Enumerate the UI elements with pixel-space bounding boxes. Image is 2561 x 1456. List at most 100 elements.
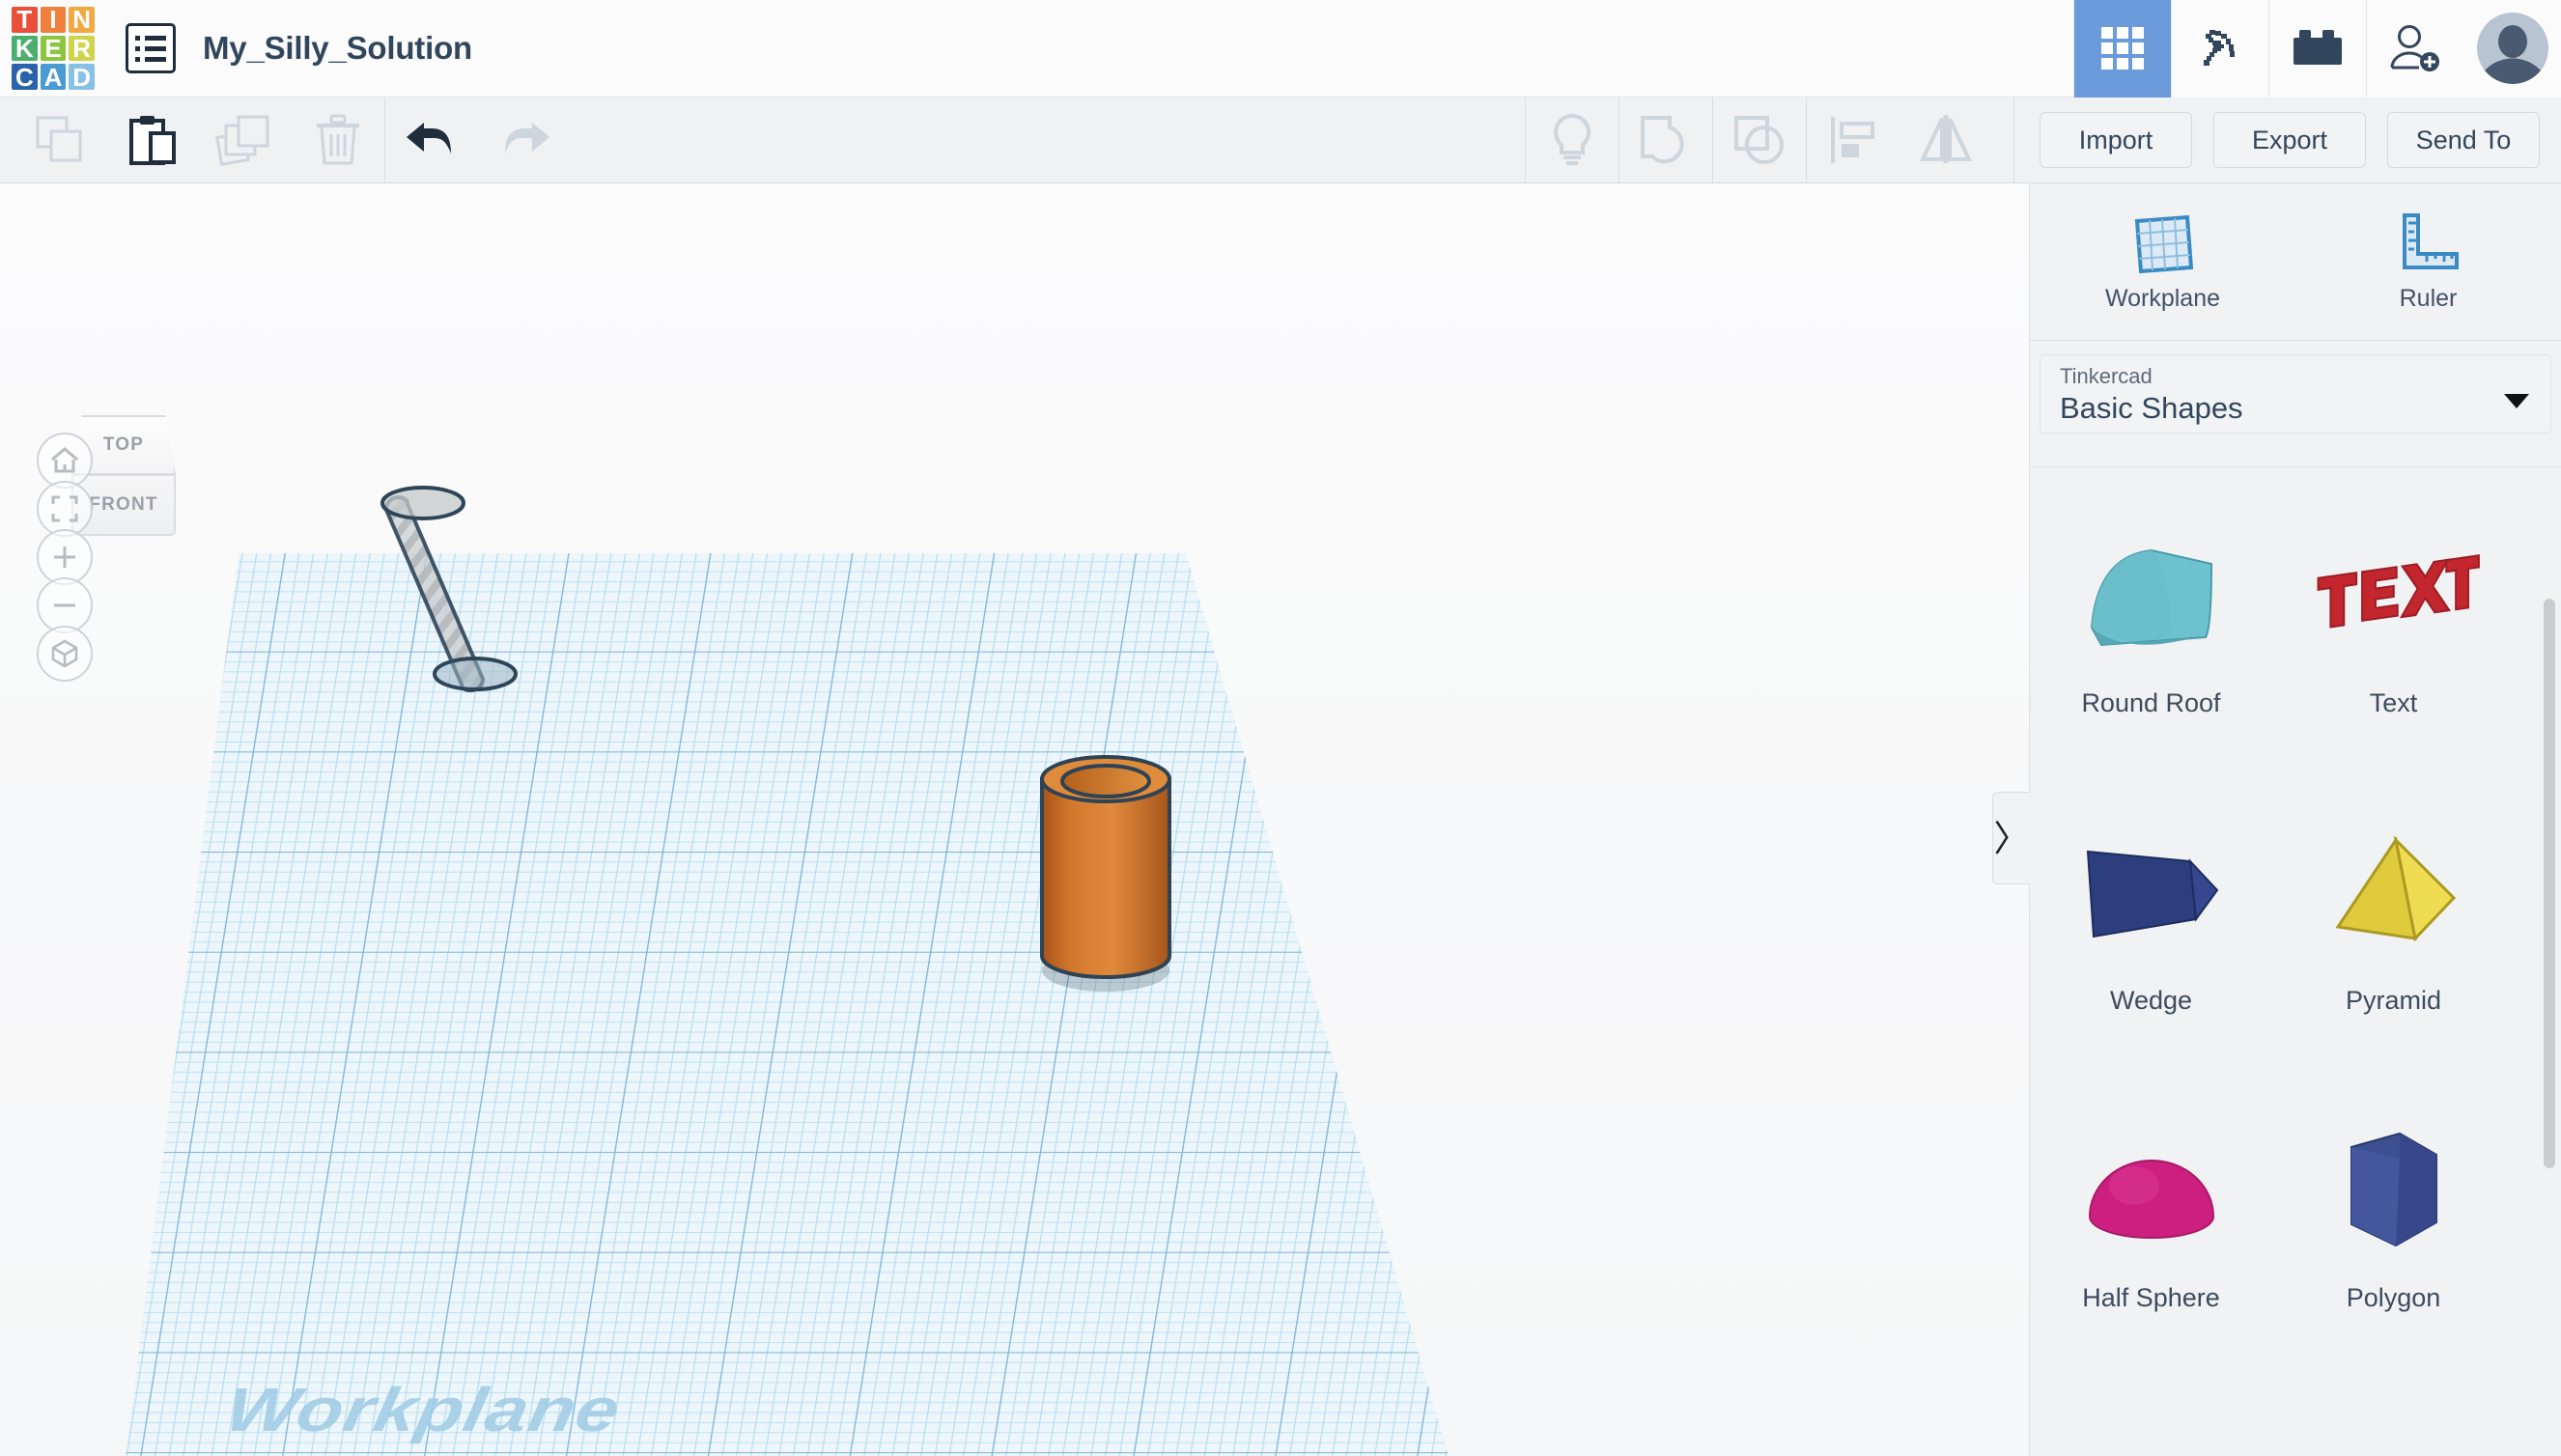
mirror-icon (1919, 115, 1973, 163)
projection-toggle-button[interactable] (37, 626, 93, 682)
top-bar-right (2073, 0, 2561, 98)
duplicate-icon (215, 115, 269, 166)
undo-button[interactable] (385, 98, 478, 183)
shape-wedge[interactable]: Wedge (2030, 765, 2272, 1062)
redo-button[interactable] (478, 98, 571, 183)
library-kind-label: Tinkercad (2060, 364, 2153, 388)
plus-icon (54, 546, 75, 568)
logo-tile: I (40, 7, 67, 33)
lightbulb-icon (1553, 113, 1591, 165)
export-button[interactable]: Export (2213, 112, 2366, 168)
shape-polygon[interactable]: Polygon (2272, 1062, 2515, 1359)
blocks-grid-icon (2101, 27, 2144, 70)
shape-label: Text (2369, 688, 2418, 717)
ruler-icon (2402, 212, 2459, 269)
user-avatar[interactable] (2463, 0, 2561, 98)
logo-tile: R (69, 35, 95, 62)
ruler-tool-label: Ruler (2399, 284, 2458, 312)
list-icon[interactable] (126, 23, 176, 73)
paste-button[interactable] (106, 98, 199, 183)
half-sphere-shape (2060, 1099, 2243, 1277)
wedge-shape (2060, 801, 2243, 980)
avatar (2476, 13, 2548, 84)
cone-shape (2060, 1371, 2243, 1456)
shape-label: Half Sphere (2082, 1283, 2220, 1312)
shape-row-partial (2030, 1359, 2561, 1456)
blocks-mode-button[interactable] (2073, 0, 2171, 98)
view-cube-front-label: FRONT (89, 494, 158, 515)
blue-shape (2302, 1371, 2486, 1456)
library-name-label: Basic Shapes (2060, 391, 2243, 425)
edit-toolbar: Import Export Send To (0, 97, 2561, 183)
workplane-tool[interactable]: Workplane (2030, 183, 2295, 340)
shape-text[interactable]: Text (2272, 467, 2515, 765)
shape-label: Polygon (2346, 1283, 2441, 1312)
top-bar: T I N K E R C A D My_Silly_Solution (0, 0, 2561, 98)
align-button[interactable] (1807, 98, 1900, 183)
ungroup-button[interactable] (1713, 98, 1806, 183)
minus-icon (54, 603, 75, 607)
fit-frame-icon (51, 495, 78, 522)
workplane-icon (2134, 214, 2193, 273)
send-to-button[interactable]: Send To (2387, 112, 2540, 168)
pyramid-shape (2302, 801, 2486, 980)
workplane-tool-label: Workplane (2104, 284, 2221, 312)
trash-icon (317, 114, 359, 165)
logo-tile: T (12, 7, 38, 33)
polygon-shape (2302, 1099, 2486, 1277)
lego-brick-icon (2294, 30, 2342, 65)
workplane-grid[interactable] (0, 183, 2029, 1456)
document-title[interactable]: My_Silly_Solution (203, 30, 472, 67)
shape-library-select[interactable]: Tinkercad Basic Shapes (2040, 354, 2551, 434)
invite-people-button[interactable] (2366, 0, 2463, 98)
redo-arrow-icon (505, 123, 549, 154)
ungroup-shapes-icon (1734, 116, 1784, 164)
logo-tile: N (69, 7, 95, 33)
notes-button[interactable] (1526, 98, 1618, 183)
delete-button[interactable] (292, 98, 384, 183)
round-roof-shape (2060, 504, 2243, 683)
pickaxe-icon (2204, 30, 2235, 66)
shape-partial-blue[interactable] (2272, 1359, 2515, 1456)
text-shape (2302, 504, 2486, 683)
bricks-mode-button[interactable] (2268, 0, 2366, 98)
shape-label: Wedge (2109, 986, 2193, 1015)
panel-collapse-toggle[interactable]: 〉 (1992, 792, 2030, 884)
logo-tile: A (40, 64, 67, 90)
logo-tile: D (69, 64, 95, 90)
shape-partial-cone[interactable] (2030, 1359, 2272, 1456)
logo-tile: E (40, 35, 67, 62)
chevron-down-icon (2504, 394, 2529, 408)
tinkercad-logo[interactable]: T I N K E R C A D (12, 7, 95, 90)
shape-round-roof[interactable]: Round Roof (2030, 467, 2272, 765)
import-button[interactable]: Import (2040, 112, 2192, 168)
ruler-tool[interactable]: Ruler (2295, 183, 2561, 340)
shapes-panel: 〉 Workplane Ruler Tinkercad Basic Shapes… (1992, 183, 2561, 1456)
undo-arrow-icon (407, 123, 451, 154)
group-button[interactable] (1619, 98, 1712, 183)
shape-library-grid[interactable]: Round Roof Text Wedge Pyramid Half Spher… (2030, 466, 2561, 1456)
group-shapes-icon (1641, 116, 1684, 164)
toolbar-divider (2013, 97, 2014, 183)
logo-tile: C (12, 64, 38, 90)
3d-canvas[interactable]: Workplane TOP FRONT (0, 183, 2029, 1456)
shape-half-sphere[interactable]: Half Sphere (2030, 1062, 2272, 1359)
logo-tile: K (12, 35, 38, 62)
panel-tools: Workplane Ruler (2030, 183, 2561, 341)
copy-icon (36, 116, 82, 162)
duplicate-button[interactable] (199, 98, 292, 183)
home-icon (51, 447, 78, 473)
shape-label: Round Roof (2081, 688, 2221, 717)
panel-scrollbar[interactable] (2544, 599, 2555, 1168)
orange-tube[interactable] (1040, 755, 1171, 992)
shape-row: Wedge Pyramid (2030, 765, 2561, 1062)
shape-pyramid[interactable]: Pyramid (2272, 765, 2515, 1062)
view-cube-top-label: TOP (102, 434, 145, 455)
shape-row: Half Sphere Polygon (2030, 1062, 2561, 1359)
copy-button[interactable] (14, 98, 106, 183)
mirror-button[interactable] (1900, 98, 1992, 183)
codeblocks-mode-button[interactable] (2171, 0, 2268, 98)
paste-icon (129, 116, 176, 165)
cube-projection-icon (51, 639, 78, 668)
